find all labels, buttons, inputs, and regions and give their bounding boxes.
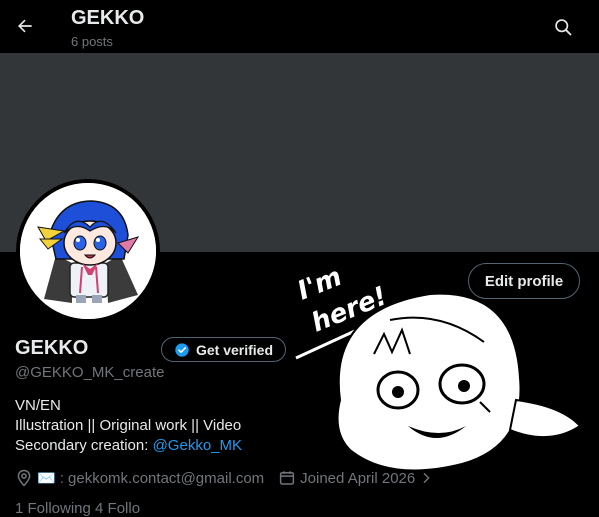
bio-line-1: VN/EN [15, 397, 61, 414]
avatar[interactable] [16, 179, 160, 323]
post-count: 6 posts [71, 34, 113, 49]
profile-bio: VN/EN Illustration || Original work || V… [15, 396, 242, 456]
location-text: : gekkomk.contact@gmail.com [59, 469, 265, 487]
location-item: ✉️: gekkomk.contact@gmail.com [15, 469, 264, 487]
page-title: GEKKO [71, 7, 145, 29]
top-bar: GEKKO 6 posts [0, 0, 599, 53]
mention-link[interactable]: @Gekko_MK [153, 437, 242, 454]
get-verified-button[interactable]: Get verified [161, 337, 286, 362]
location-icon [17, 469, 31, 487]
verified-badge-icon [175, 342, 189, 357]
get-verified-label: Get verified [195, 341, 274, 358]
avatar-illustration [20, 183, 156, 319]
chevron-right-icon[interactable] [419, 471, 433, 485]
search-icon [555, 19, 572, 36]
email-emoji: ✉️ [37, 470, 56, 487]
bio-line-3-prefix: Secondary creation: [15, 437, 153, 454]
bio-line-3: Secondary creation: @Gekko_MK [15, 436, 242, 456]
joined-text: Joined April 2026 [300, 469, 416, 487]
profile-handle: @GEKKO_MK_create [15, 364, 165, 381]
follow-stats-row[interactable]: 1 Following 4 Follo [15, 500, 140, 517]
search-button[interactable] [548, 12, 578, 42]
bio-line-2: Illustration || Original work || Video [15, 417, 242, 434]
profile-name: GEKKO [15, 337, 89, 359]
back-button[interactable] [10, 11, 40, 41]
profile-meta: ✉️: gekkomk.contact@gmail.com Joined Apr… [15, 467, 447, 489]
back-arrow-icon [18, 19, 32, 33]
calendar-icon [280, 471, 295, 485]
joined-item: Joined April 2026 [278, 469, 433, 487]
